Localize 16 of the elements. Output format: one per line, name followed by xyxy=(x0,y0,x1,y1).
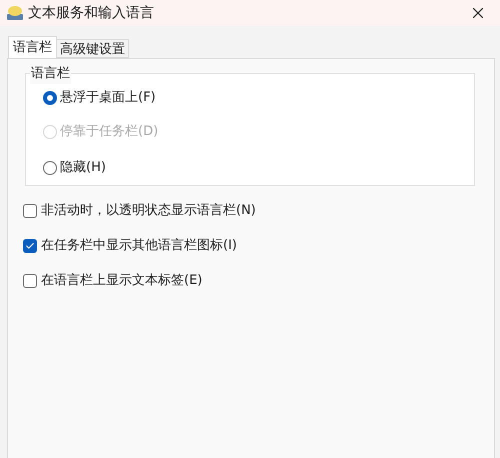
window-title: 文本服务和输入语言 xyxy=(28,4,154,22)
check-icon xyxy=(25,241,35,251)
checkbox-option[interactable]: 在任务栏中显示其他语言栏图标(I) xyxy=(23,236,478,256)
tab[interactable]: 高级键设置 xyxy=(57,39,129,58)
radio-option[interactable]: 隐藏(H) xyxy=(43,158,474,178)
tab[interactable]: 语言栏 xyxy=(8,36,57,58)
app-icon xyxy=(6,5,24,21)
radio-option[interactable]: 悬浮于桌面上(F) xyxy=(43,88,474,108)
group-title: 语言栏 xyxy=(30,64,71,84)
checkbox[interactable] xyxy=(23,204,37,218)
checkbox[interactable] xyxy=(23,239,37,253)
checkbox-option[interactable]: 非活动时，以透明状态显示语言栏(N) xyxy=(23,201,478,221)
radio-button[interactable] xyxy=(43,161,57,175)
radio-button[interactable] xyxy=(43,91,57,105)
checkbox[interactable] xyxy=(23,274,37,288)
checkbox-option[interactable]: 在语言栏上显示文本标签(E) xyxy=(23,271,478,291)
